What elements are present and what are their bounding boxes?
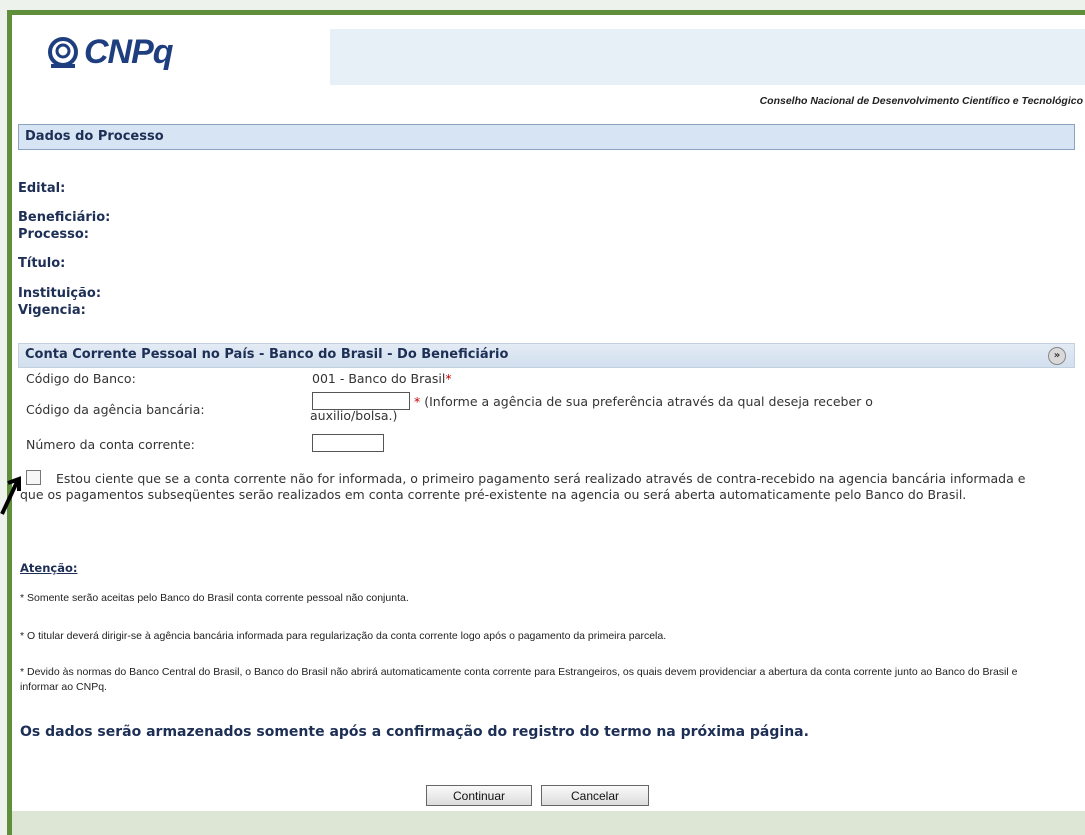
header-subtitle: Conselho Nacional de Desenvolvimento Cie…	[759, 95, 1083, 107]
vigencia-label: Vigencia:	[18, 303, 86, 318]
section-account-header: Conta Corrente Pessoal no País - Banco d…	[18, 343, 1075, 368]
bank-code-value-row: 001 - Banco do Brasil*	[312, 371, 452, 386]
note-item: * Somente serão aceitas pelo Banco do Br…	[20, 592, 409, 604]
continue-button[interactable]: Continuar	[426, 785, 532, 806]
declaration-text: Estou ciente que se a conta corrente não…	[20, 471, 1026, 502]
processo-label: Processo:	[18, 227, 89, 242]
collapse-icon[interactable]: »	[1048, 347, 1066, 365]
cnpq-emblem-icon	[48, 36, 78, 68]
bank-code-label: Código do Banco:	[26, 371, 136, 386]
footer-band	[12, 811, 1085, 835]
bank-code-value: 001 - Banco do Brasil	[312, 371, 446, 386]
agency-label: Código da agência bancária:	[26, 402, 205, 417]
required-mark: *	[445, 371, 452, 386]
attention-title: Atenção:	[20, 561, 78, 575]
account-label: Número da conta corrente:	[26, 437, 195, 452]
note-item: * O titular deverá dirigir-se à agência …	[20, 630, 667, 642]
arrow-pointer-icon	[0, 476, 21, 515]
beneficiario-label: Beneficiário:	[18, 210, 111, 225]
edital-label: Edital:	[18, 181, 66, 196]
agency-hint-line1: (Informe a agência de sua preferência at…	[420, 394, 873, 409]
instituicao-label: Instituição:	[18, 286, 102, 301]
cancel-button[interactable]: Cancelar	[541, 785, 649, 806]
titulo-label: Título:	[18, 256, 66, 271]
page-frame: CNPq Conselho Nacional de Desenvolviment…	[7, 10, 1085, 835]
note-item: * Devido às normas do Banco Central do B…	[20, 666, 1018, 693]
section-process-title: Dados do Processo	[18, 124, 1075, 150]
agency-hint-row: * (Informe a agência de sua preferência …	[414, 394, 873, 409]
header-band	[330, 29, 1085, 85]
section-account-title: Conta Corrente Pessoal no País - Banco d…	[25, 347, 509, 362]
header: CNPq Conselho Nacional de Desenvolviment…	[12, 15, 1085, 113]
logo-text: CNPq	[84, 33, 174, 71]
agency-hint-line2: auxilio/bolsa.)	[310, 408, 398, 423]
account-input[interactable]	[312, 434, 384, 452]
cnpq-logo: CNPq	[46, 33, 174, 72]
final-message: Os dados serão armazenados somente após …	[20, 724, 809, 740]
